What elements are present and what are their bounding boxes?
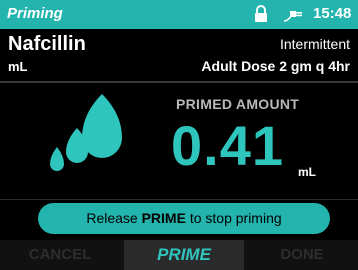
message-prefix: Release: [86, 210, 142, 226]
lock-icon: [255, 5, 267, 22]
message-key: PRIME: [141, 210, 186, 226]
clock-time: 15:48: [313, 5, 352, 22]
message-suffix: to stop priming: [185, 210, 282, 226]
cancel-button[interactable]: CANCEL: [0, 240, 120, 270]
drug-name: Nafcillin: [8, 33, 86, 55]
primed-amount-value: 0.41: [171, 114, 284, 177]
prime-button[interactable]: PRIME: [124, 240, 244, 270]
primed-amount-unit: mL: [298, 165, 316, 179]
softkey-bar: CANCEL PRIME DONE: [0, 240, 358, 270]
header-divider: [0, 81, 358, 83]
done-button[interactable]: DONE: [246, 240, 358, 270]
infusion-mode: Intermittent: [279, 36, 350, 52]
plug-icon: [283, 11, 302, 22]
primed-amount-label: PRIMED AMOUNT: [176, 96, 300, 112]
footer-divider: [0, 199, 358, 200]
droplets-icon: [50, 94, 122, 171]
status-bar: Priming 15:48: [0, 0, 358, 29]
dose-description: Adult Dose 2 gm q 4hr: [201, 58, 350, 74]
screen-title: Priming: [7, 5, 63, 22]
release-prime-message: Release PRIME to stop priming: [38, 203, 330, 234]
drug-unit: mL: [8, 59, 28, 74]
